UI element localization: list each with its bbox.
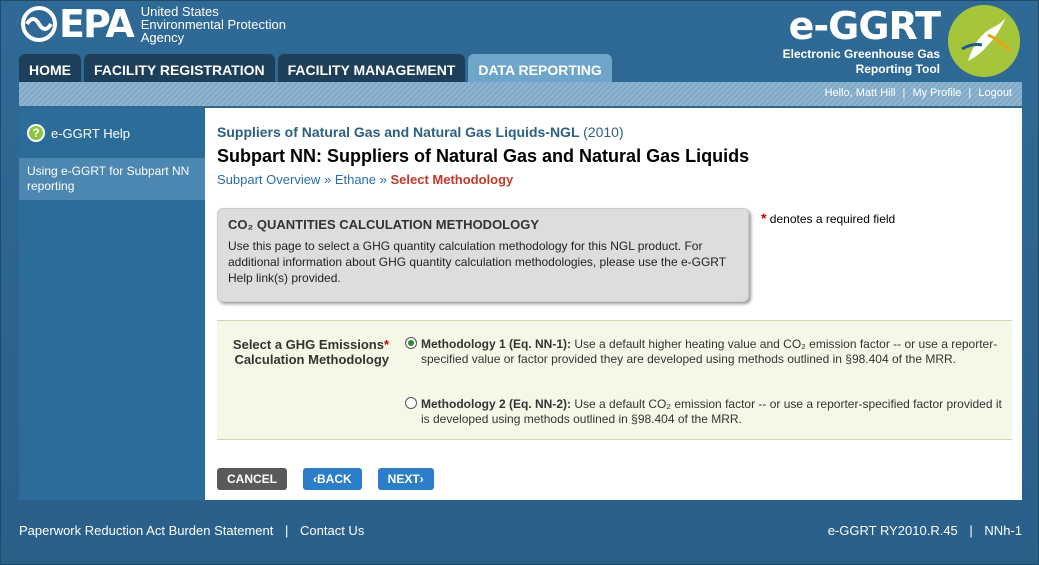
separator: | [902, 87, 906, 99]
sidebar-item-help[interactable]: ? e-GGRT Help [19, 108, 205, 158]
breadcrumb-subpart-overview[interactable]: Subpart Overview [217, 172, 320, 187]
site-header: EPA United States Environmental Protecti… [1, 1, 1039, 84]
main-content: Suppliers of Natural Gas and Natural Gas… [205, 108, 1022, 500]
epa-sub-line: Agency [140, 29, 185, 45]
page-title: Subpart NN: Suppliers of Natural Gas and… [217, 146, 750, 166]
epa-flower-icon [21, 6, 57, 42]
breadcrumb-separator: » [323, 172, 332, 187]
user-links: Hello, Matt Hill | My Profile | Logout [825, 87, 1012, 99]
tab-facility-management[interactable]: FACILITY MANAGEMENT [277, 54, 466, 84]
required-note-text: denotes a required field [769, 212, 896, 226]
methodology-label: Select a GHG Emissions* Calculation Meth… [217, 337, 389, 367]
user-greeting: Hello, Matt Hill [824, 87, 896, 99]
required-star-icon: * [383, 337, 389, 352]
separator: | [285, 523, 289, 538]
methodology-label-line1: Select a GHG Emissions [232, 337, 384, 352]
epa-agency-name: United States Environmental Protection A… [141, 5, 286, 44]
methodology-label-line2: Calculation Methodology [234, 352, 389, 367]
methodology-1-radio[interactable] [405, 337, 417, 349]
breadcrumb: Subpart Overview » Ethane » Select Metho… [217, 172, 513, 187]
user-bar: Hello, Matt Hill | My Profile | Logout [19, 82, 1022, 106]
main-nav-tabs: HOME FACILITY REGISTRATION FACILITY MANA… [19, 54, 615, 84]
breadcrumb-separator: » [379, 172, 387, 187]
page-id-text: NNh-1 [984, 523, 1022, 538]
tab-data-reporting[interactable]: DATA REPORTING [468, 54, 612, 84]
sidebar-help-label: e-GGRT Help [51, 125, 130, 141]
app-frame: EPA United States Environmental Protecti… [0, 0, 1039, 565]
methodology-option-2[interactable]: Methodology 2 (Eq. NN-2): Use a default … [405, 397, 1005, 427]
logout-link[interactable]: Logout [978, 87, 1012, 99]
bird-logo-icon [948, 5, 1020, 77]
info-box: CO₂ QUANTITIES CALCULATION METHODOLOGY U… [217, 208, 749, 302]
back-button[interactable]: ‹BACK [303, 468, 362, 490]
breadcrumb-current: Select Methodology [390, 172, 514, 187]
epa-wordmark: EPA [59, 2, 135, 46]
footer-version: e-GGRT RY2010.R.45 | NNh-1 [828, 523, 1022, 538]
reporting-year: (2010) [583, 124, 624, 140]
required-star-icon: * [761, 210, 767, 226]
tab-home[interactable]: HOME [19, 54, 81, 84]
separator: | [968, 87, 972, 99]
separator: | [969, 523, 973, 538]
info-box-text: Use this page to select a GHG quantity c… [228, 239, 726, 285]
methodology-form: Select a GHG Emissions* Calculation Meth… [217, 320, 1012, 440]
brand-title: e-GGRT [788, 4, 941, 48]
epa-sub-line: Environmental Protection [140, 16, 286, 32]
methodology-1-title: Methodology 1 (Eq. NN-1): [421, 337, 571, 351]
brand-subtitle-line1: Electronic Greenhouse Gas [782, 47, 940, 61]
my-profile-link[interactable]: My Profile [912, 87, 961, 99]
supplier-title-text: Suppliers of Natural Gas and Natural Gas… [217, 124, 580, 140]
epa-logo[interactable]: EPA United States Environmental Protecti… [21, 2, 286, 46]
help-question-icon: ? [27, 124, 45, 142]
methodology-option-1[interactable]: Methodology 1 (Eq. NN-1): Use a default … [405, 337, 1005, 367]
site-footer: Paperwork Reduction Act Burden Statement… [1, 511, 1039, 551]
epa-sub-line: United States [140, 3, 219, 19]
egggrt-brand: e-GGRT Electronic Greenhouse Gas Reporti… [782, 4, 941, 77]
supplier-title: Suppliers of Natural Gas and Natural Gas… [217, 124, 624, 140]
version-text: e-GGRT RY2010.R.45 [827, 523, 958, 538]
methodology-2-title: Methodology 2 (Eq. NN-2): [421, 397, 571, 411]
tab-facility-registration[interactable]: FACILITY REGISTRATION [84, 54, 275, 84]
methodology-2-radio[interactable] [405, 397, 417, 409]
paperwork-link[interactable]: Paperwork Reduction Act Burden Statement [19, 523, 273, 538]
brand-subtitle-line2: Reporting Tool [855, 62, 940, 76]
contact-link[interactable]: Contact Us [300, 523, 364, 538]
sidebar-item-subpart-nn-help[interactable]: Using e-GGRT for Subpart NN reporting [19, 158, 205, 200]
breadcrumb-ethane[interactable]: Ethane [335, 172, 376, 187]
action-buttons: CANCEL ‹BACK NEXT› [217, 468, 450, 490]
sidebar: ? e-GGRT Help Using e-GGRT for Subpart N… [19, 108, 205, 500]
footer-links: Paperwork Reduction Act Burden Statement… [19, 523, 364, 538]
cancel-button[interactable]: CANCEL [217, 468, 287, 490]
required-field-note: * denotes a required field [761, 210, 895, 226]
info-box-title: CO₂ QUANTITIES CALCULATION METHODOLOGY [228, 217, 540, 232]
next-button[interactable]: NEXT› [377, 468, 434, 490]
